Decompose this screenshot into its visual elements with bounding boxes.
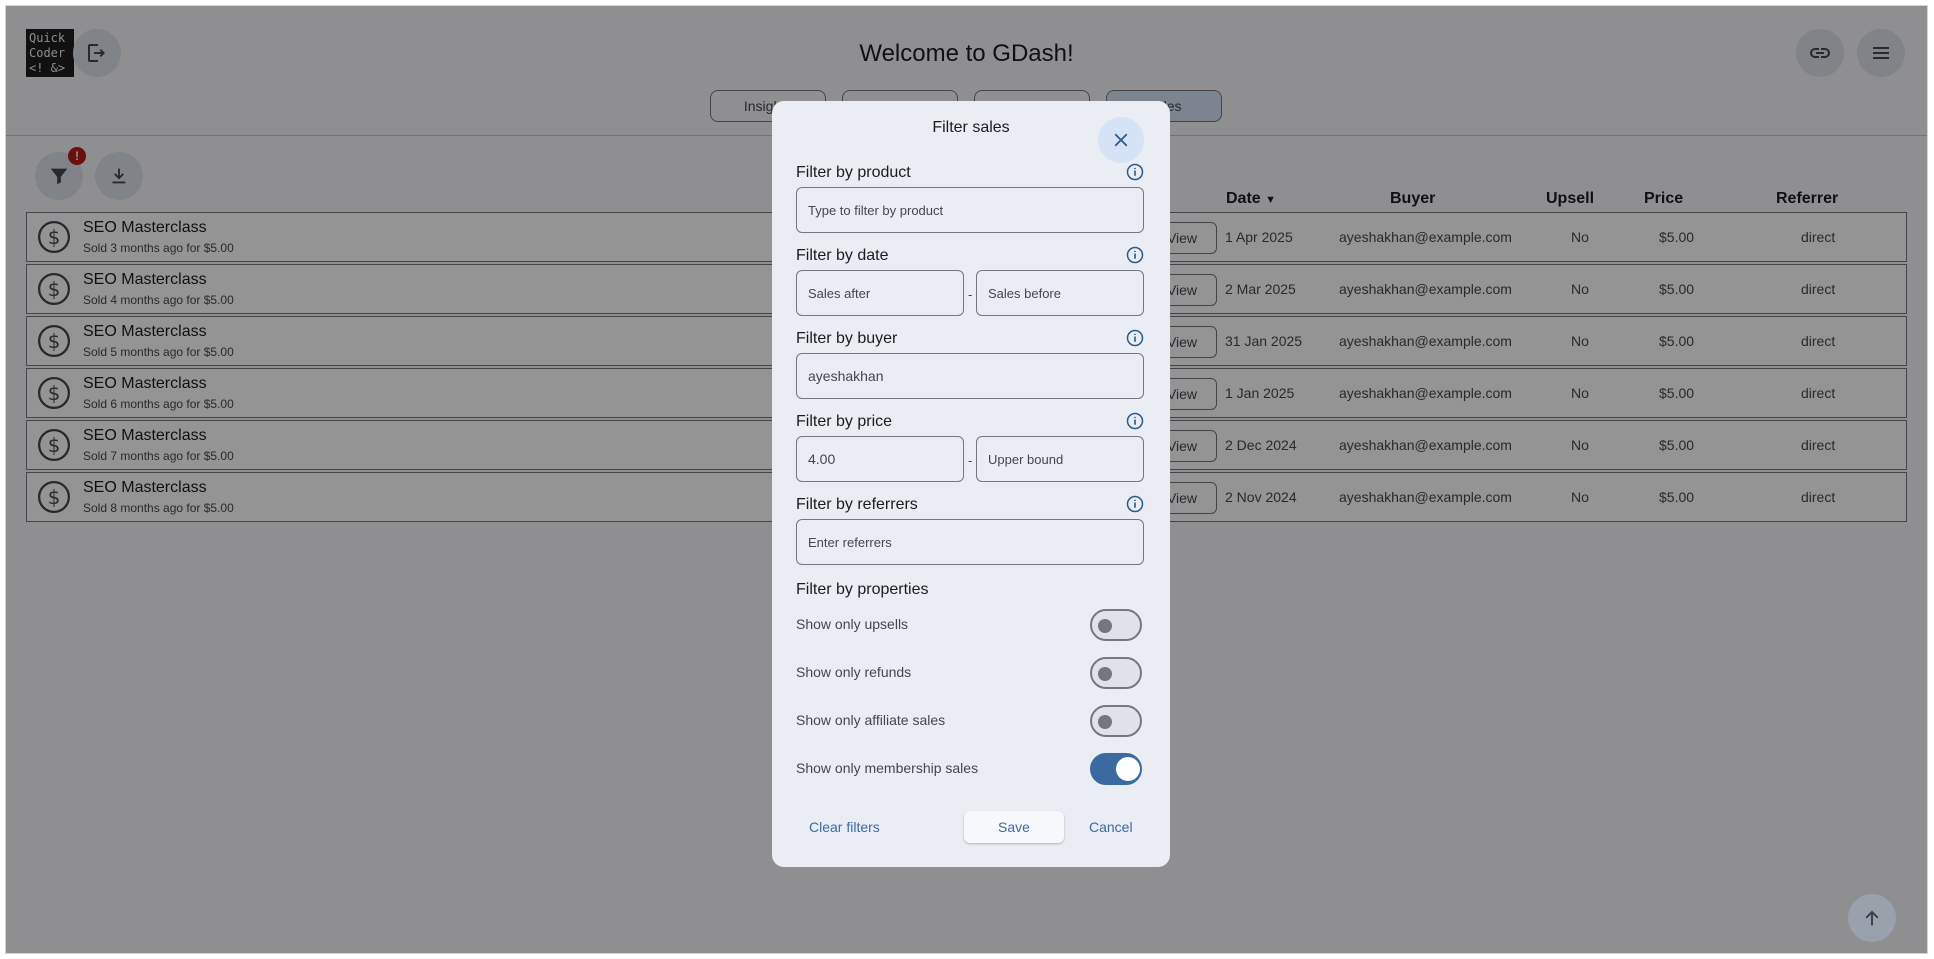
filter-buyer-label: Filter by buyer — [796, 330, 898, 347]
switch-knob — [1098, 715, 1112, 729]
info-icon[interactable] — [1126, 495, 1144, 513]
toggle-membership-switch[interactable] — [1090, 753, 1142, 785]
filter-sales-dialog: Filter sales Filter by product Type to f… — [772, 101, 1170, 867]
sales-before-input[interactable]: Sales before — [976, 270, 1144, 316]
toggle-upsells-label: Show only upsells — [796, 616, 909, 632]
filter-price-label: Filter by price — [796, 413, 893, 430]
filter-date-label: Filter by date — [796, 247, 889, 264]
toggle-refunds-switch[interactable] — [1090, 657, 1142, 689]
close-dialog-button[interactable] — [1098, 117, 1144, 163]
info-icon[interactable] — [1126, 412, 1144, 430]
filter-product-label: Filter by product — [796, 164, 911, 181]
switch-knob — [1098, 619, 1112, 633]
price-range-separator: - — [968, 453, 973, 468]
scroll-to-top-button[interactable] — [1848, 894, 1896, 942]
switch-knob — [1098, 667, 1112, 681]
toggle-upsells-switch[interactable] — [1090, 609, 1142, 641]
sales-after-input[interactable]: Sales after — [796, 270, 964, 316]
filter-buyer-input[interactable]: ayeshakhan — [796, 353, 1144, 399]
price-upper-bound-input[interactable]: Upper bound — [976, 436, 1144, 482]
filter-referrers-label: Filter by referrers — [796, 496, 918, 513]
date-range-separator: - — [968, 287, 973, 302]
arrow-up-icon — [1865, 910, 1879, 926]
toggle-affiliate-switch[interactable] — [1090, 705, 1142, 737]
filter-product-input[interactable]: Type to filter by product — [796, 187, 1144, 233]
info-icon[interactable] — [1126, 246, 1144, 264]
info-icon[interactable] — [1126, 329, 1144, 347]
cancel-button[interactable]: Cancel — [1089, 819, 1133, 835]
price-lower-bound-input[interactable]: 4.00 — [796, 436, 964, 482]
toggle-membership-label: Show only membership sales — [796, 760, 979, 776]
save-button[interactable]: Save — [964, 811, 1064, 843]
app-window: Quick Coder <! &> Welcome to GDash! Insi… — [5, 5, 1928, 954]
close-icon — [1114, 133, 1128, 147]
toggle-refunds-label: Show only refunds — [796, 664, 912, 680]
filter-properties-label: Filter by properties — [796, 581, 929, 598]
toggle-affiliate-label: Show only affiliate sales — [796, 712, 946, 728]
filter-referrers-input[interactable]: Enter referrers — [796, 519, 1144, 565]
info-icon[interactable] — [1126, 163, 1144, 181]
switch-knob — [1116, 757, 1140, 781]
clear-filters-button[interactable]: Clear filters — [809, 819, 880, 835]
